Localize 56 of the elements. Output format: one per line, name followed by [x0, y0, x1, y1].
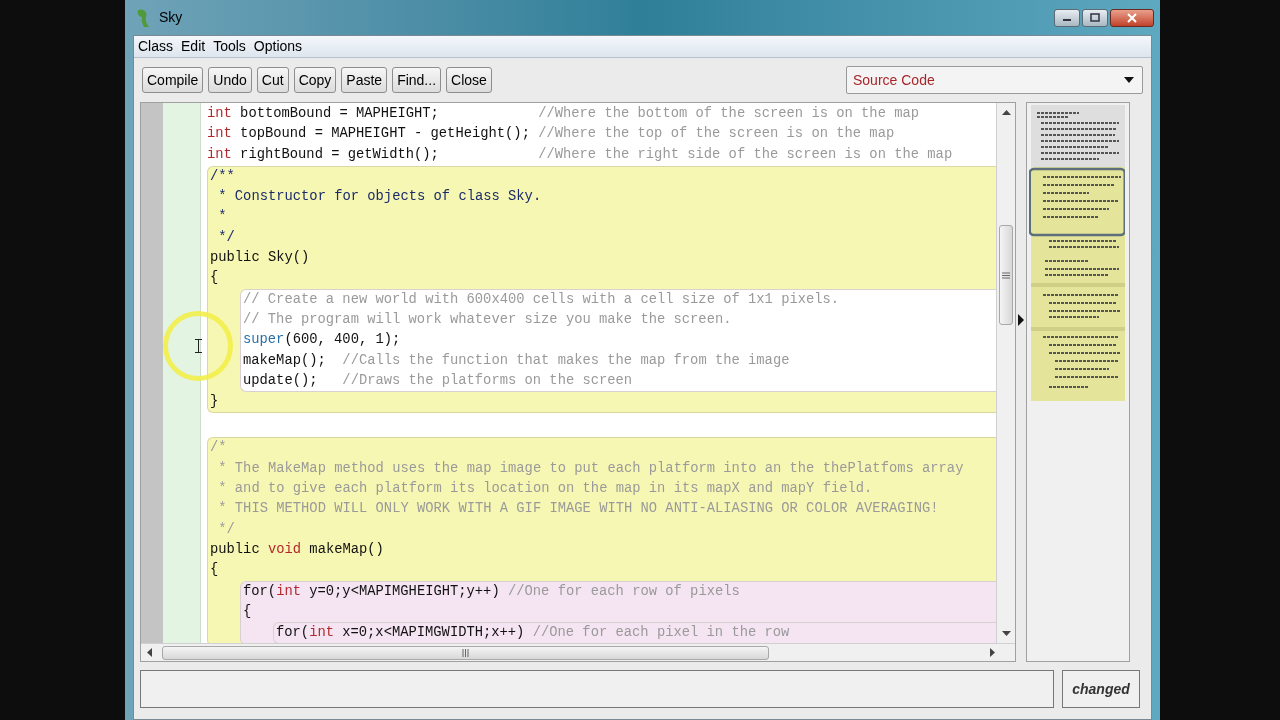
scroll-up-icon	[1001, 110, 1011, 115]
code-line: update(); //Draws the platforms on the screen	[243, 371, 634, 390]
code-line: * THIS METHOD WILL ONLY WORK WITH A GIF IMAGE WITH NO ANTI-ALIASING OR COLOR AVERAGING!	[217, 500, 940, 519]
cursor-highlight	[163, 311, 233, 381]
collapse-arrow-icon[interactable]	[1018, 314, 1024, 326]
menu-item[interactable]: Edit	[181, 36, 206, 57]
code-line: * Constructor for objects of class Sky.	[217, 188, 543, 207]
code-line: */	[217, 520, 236, 539]
code-line: */	[217, 228, 236, 247]
text-cursor-icon	[195, 339, 202, 353]
toolbar-button[interactable]: Copy	[293, 67, 337, 93]
grip-icon	[1002, 271, 1010, 279]
maximize-icon	[1090, 13, 1100, 22]
code-line: int rightBound = getWidth(); //Where the right side of the screen is on the map	[207, 145, 954, 164]
code-line: *	[217, 208, 228, 227]
dropdown-caret-icon	[1124, 77, 1134, 83]
toolbar-button[interactable]: Close	[446, 67, 492, 93]
code-line: int bottomBound = MAPHEIGHT; //Where the bottom of the screen is on the map	[207, 105, 921, 123]
code-line: /*	[210, 439, 228, 458]
code-line: for(int x=0;x<MAPIMGWIDTH;x++) //One for each pixel in the row	[276, 624, 791, 643]
code-line: makeMap(); //Calls the function that makes the map from the image	[243, 351, 791, 370]
scroll-right-icon	[990, 648, 995, 657]
maximize-button[interactable]	[1082, 8, 1108, 27]
window-title: Sky	[159, 8, 183, 27]
menu-item[interactable]: Class	[138, 36, 173, 57]
status-label: changed	[1072, 679, 1130, 699]
menu-item[interactable]: Options	[253, 36, 303, 57]
code-line: {	[210, 269, 220, 288]
scroll-down-icon	[1001, 631, 1011, 636]
code-line: public void makeMap()	[210, 540, 385, 559]
code-line: // The program will work whatever size you make the screen.	[243, 310, 733, 329]
code-line: for(int y=0;y<MAPIMGHEIGHT;y++) //One for each row of pixels	[243, 582, 741, 601]
code-line: {	[243, 602, 253, 621]
code-line: super(600, 400, 1);	[243, 331, 402, 350]
code-line: }	[210, 393, 220, 412]
code-line: * The MakeMap method uses the map image to put each platform into an the thePlatfoms array	[217, 459, 965, 478]
code-line: // Create a new world with 600x400 cells with a cell size of 1x1 pixels.	[243, 290, 841, 309]
code-line: int topBound = MAPHEIGHT - getHeight(); //Where the top of the screen is on the map	[207, 125, 896, 144]
menu-item[interactable]: Tools	[213, 36, 246, 57]
vertical-scrollbar[interactable]	[996, 103, 1015, 643]
close-icon	[1127, 12, 1137, 23]
code-line: public Sky()	[210, 249, 311, 268]
grip-icon	[462, 648, 469, 657]
code-line: {	[210, 561, 220, 580]
toolbar-button[interactable]: Compile	[142, 67, 204, 93]
toolbar-button[interactable]: Undo	[208, 67, 252, 93]
minimize-button[interactable]	[1054, 8, 1080, 27]
close-button[interactable]	[1110, 8, 1154, 27]
scroll-left-icon	[147, 648, 152, 657]
toolbar-button[interactable]: Cut	[256, 67, 289, 93]
code-line: * and to give each platform its location on the map in its mapX and mapY field.	[217, 480, 874, 499]
code-line: /**	[210, 167, 236, 186]
view-dropdown[interactable]: Source Code	[846, 66, 1143, 94]
app-icon	[135, 7, 151, 28]
toolbar-button[interactable]: Find...	[392, 67, 442, 93]
toolbar-button[interactable]: Paste	[341, 67, 388, 93]
